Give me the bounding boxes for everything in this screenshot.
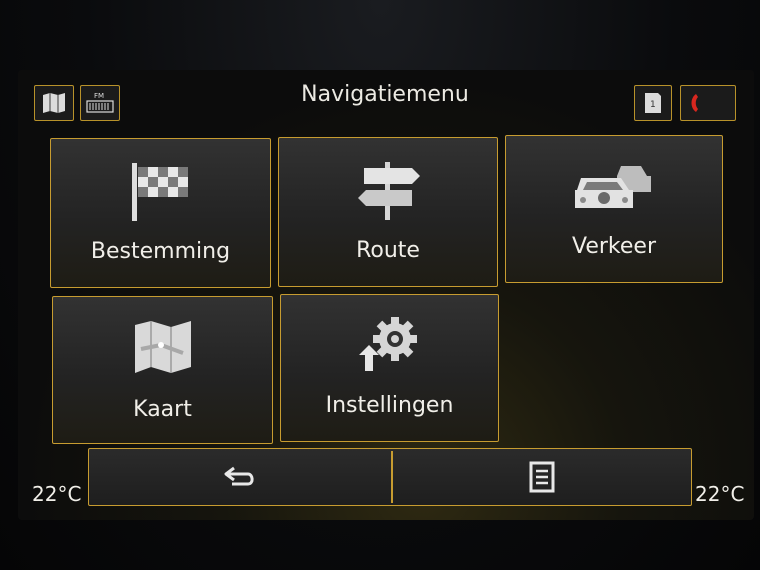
back-button[interactable] xyxy=(89,449,391,505)
traffic-cars-icon xyxy=(575,166,651,208)
tile-kaart[interactable]: Kaart xyxy=(52,296,273,444)
radio-fm-icon: FM xyxy=(86,92,114,113)
notification-icon: 1 xyxy=(645,93,661,113)
tile-route[interactable]: Route xyxy=(278,137,498,287)
notification-count: 1 xyxy=(650,100,656,110)
list-icon xyxy=(529,461,555,493)
radio-button[interactable]: FM xyxy=(80,85,120,121)
tile-bestemming[interactable]: Bestemming xyxy=(50,138,271,288)
tile-verkeer-label: Verkeer xyxy=(572,234,656,259)
back-arrow-icon xyxy=(224,466,254,486)
tile-bestemming-label: Bestemming xyxy=(90,239,231,264)
map-book-button[interactable] xyxy=(34,85,74,121)
fm-badge: FM xyxy=(94,92,104,100)
tile-route-label: Route xyxy=(356,238,420,263)
tile-kaart-label: Kaart xyxy=(133,397,192,422)
signpost-icon xyxy=(358,162,420,220)
checkered-flag-icon xyxy=(131,163,188,221)
tile-verkeer[interactable]: Verkeer xyxy=(505,135,723,283)
left-temperature: 22°C xyxy=(32,482,82,506)
phone-icon xyxy=(691,94,698,112)
right-temperature: 22°C xyxy=(695,482,745,506)
notification-button[interactable]: 1 xyxy=(634,85,672,121)
page-title: Navigatiemenu xyxy=(301,82,469,107)
map-icon xyxy=(134,321,191,373)
bottom-bar xyxy=(88,448,692,506)
map-book-icon xyxy=(43,93,65,113)
tile-instellingen[interactable]: Instellingen xyxy=(280,294,499,442)
settings-gear-icon xyxy=(358,317,417,371)
list-button[interactable] xyxy=(393,449,691,505)
phone-button[interactable] xyxy=(680,85,736,121)
tile-instellingen-label: Instellingen xyxy=(325,393,454,418)
